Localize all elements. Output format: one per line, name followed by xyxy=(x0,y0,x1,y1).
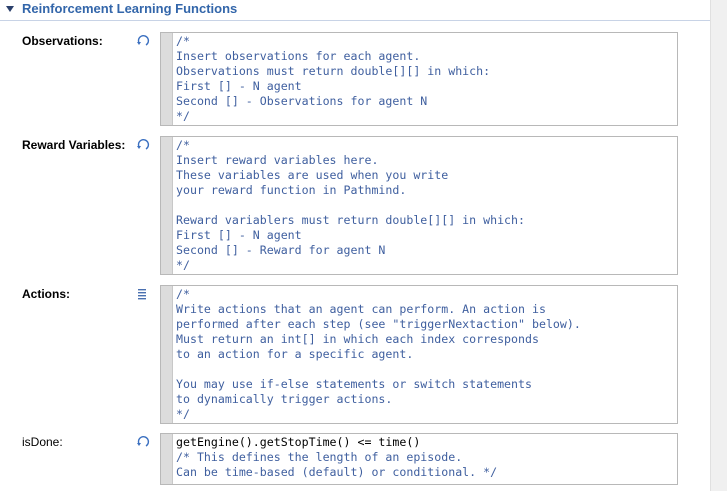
code-line: You may use if-else statements or switch… xyxy=(176,377,532,391)
isdone-editor[interactable]: getEngine().getStopTime() <= time() /* T… xyxy=(160,433,678,485)
code-line: Insert reward variables here. xyxy=(176,153,379,167)
code-line: */ xyxy=(176,258,190,272)
code-line: /* xyxy=(176,138,190,152)
section-header[interactable]: Reinforcement Learning Functions xyxy=(0,0,727,20)
isdone-label: isDone: xyxy=(22,435,63,449)
reward-variables-editor[interactable]: /* Insert reward variables here. These v… xyxy=(160,136,678,275)
code-line: */ xyxy=(176,109,190,123)
code-line: */ xyxy=(176,407,190,421)
editor-gutter xyxy=(161,137,173,274)
editor-gutter xyxy=(161,434,173,484)
collapse-arrow-icon[interactable] xyxy=(6,6,14,12)
section-title: Reinforcement Learning Functions xyxy=(22,1,238,16)
code-line: Can be time-based (default) or condition… xyxy=(176,465,498,479)
dynamic-refresh-icon[interactable] xyxy=(136,138,150,152)
observations-label: Observations: xyxy=(22,34,103,48)
code-line: Second [] - Observations for agent N xyxy=(176,94,428,108)
code-line: your reward function in Pathmind. xyxy=(176,183,407,197)
actions-label: Actions: xyxy=(22,287,70,301)
section-divider xyxy=(0,20,710,21)
editor-gutter xyxy=(161,33,173,125)
code-text[interactable]: /* Write actions that an agent can perfo… xyxy=(176,287,673,422)
code-line: to dynamically trigger actions. xyxy=(176,392,393,406)
code-line: Reward variablers must return double[][]… xyxy=(176,213,526,227)
vertical-scrollbar[interactable] xyxy=(710,0,727,491)
code-line: Observations must return double[][] in w… xyxy=(176,64,491,78)
dynamic-refresh-icon[interactable] xyxy=(136,34,150,48)
code-line: These variables are used when you write xyxy=(176,168,449,182)
code-line: First [] - N agent xyxy=(176,228,302,242)
code-line: Second [] - Reward for agent N xyxy=(176,243,386,257)
code-line: /* xyxy=(176,34,190,48)
code-line: Must return an int[] in which each index… xyxy=(176,332,539,346)
code-line: /* xyxy=(176,287,190,301)
code-line: First [] - N agent xyxy=(176,79,302,93)
code-line: Insert observations for each agent. xyxy=(176,49,421,63)
code-line: /* This defines the length of an episode… xyxy=(176,450,463,464)
code-line: to an action for a specific agent. xyxy=(176,347,414,361)
code-text[interactable]: getEngine().getStopTime() <= time() /* T… xyxy=(176,435,673,480)
code-text[interactable]: /* Insert observations for each agent. O… xyxy=(176,34,673,124)
observations-editor[interactable]: /* Insert observations for each agent. O… xyxy=(160,32,678,126)
action-list-icon[interactable] xyxy=(136,287,150,301)
code-line: performed after each step (see "triggerN… xyxy=(176,317,581,331)
code-line: Write actions that an agent can perform.… xyxy=(176,302,546,316)
code-text[interactable]: /* Insert reward variables here. These v… xyxy=(176,138,673,273)
actions-editor[interactable]: /* Write actions that an agent can perfo… xyxy=(160,285,678,424)
dynamic-refresh-icon[interactable] xyxy=(136,435,150,449)
reward-variables-label: Reward Variables: xyxy=(22,138,126,152)
editor-gutter xyxy=(161,286,173,423)
code-line: getEngine().getStopTime() <= time() xyxy=(176,435,421,449)
